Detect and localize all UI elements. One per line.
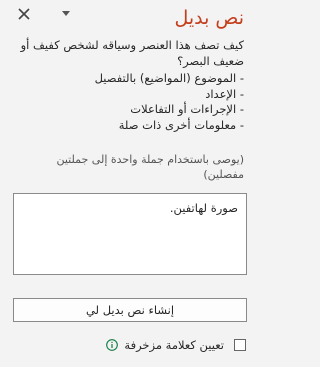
info-icon[interactable] (106, 339, 119, 351)
decorative-option: تعيين كعلامة مزخرفة (106, 338, 246, 352)
description-bullet: - معلومات أخرى ذات صلة (118, 117, 244, 132)
close-button[interactable] (14, 4, 34, 24)
mark-decorative-checkbox[interactable] (234, 339, 246, 351)
alt-text-input[interactable]: صورة لهاتفين. (13, 193, 247, 275)
description-question: كيف تصف هذا العنصر وسياقه لشخص كفيف أو ض… (20, 38, 244, 68)
pane-title: نص بديل (174, 7, 244, 29)
chevron-down-icon (62, 11, 70, 16)
description-bullet: - الموضوع (المواضيع) بالتفصيل (94, 71, 244, 85)
description: كيف تصف هذا العنصر وسياقه لشخص كفيف أو ض… (14, 38, 244, 133)
description-bullet: - الإجراءات أو التفاعلات (130, 102, 244, 116)
mark-decorative-label: تعيين كعلامة مزخرفة (124, 338, 224, 352)
close-icon (18, 8, 30, 20)
description-list: - الموضوع (المواضيع) بالتفصيل - الإعداد … (14, 71, 244, 133)
description-bullet: - الإعداد (205, 86, 244, 101)
generate-alt-text-button[interactable]: إنشاء نص بديل لي (13, 298, 247, 322)
pane-options-button[interactable] (56, 4, 76, 24)
hint-text: (يوصى باستخدام جملة واحدة إلى جملتين مفص… (56, 153, 244, 181)
alt-text-pane: نص بديل كيف تصف هذا العنصر وسياقه لشخص ك… (0, 0, 260, 367)
